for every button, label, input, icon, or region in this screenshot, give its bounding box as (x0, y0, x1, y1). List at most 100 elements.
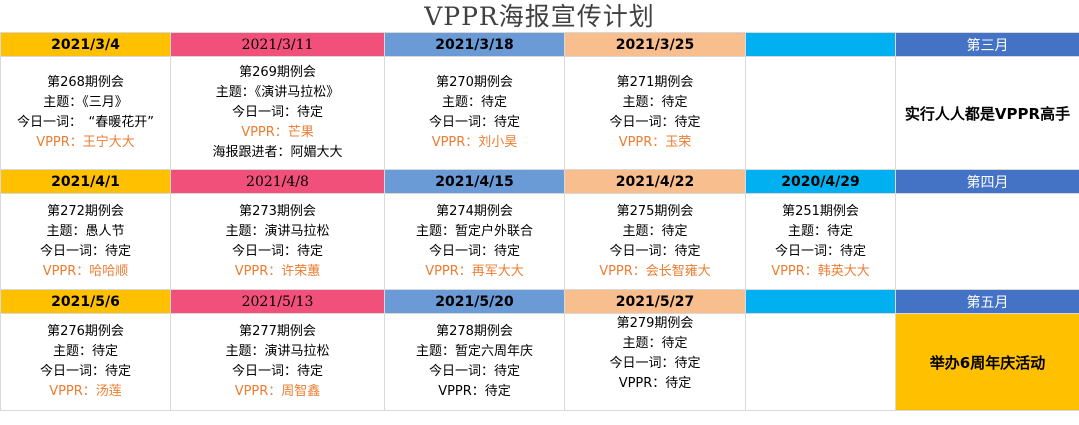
meeting-number: 第271期例会 (616, 75, 694, 90)
vppr-name: VPPR：刘小昊 (431, 135, 518, 150)
month-label-text: 第三月 (966, 37, 1009, 54)
side-note: 举办6周年庆活动 (929, 353, 1046, 372)
vppr-name: VPPR：周智鑫 (234, 384, 321, 399)
meeting-theme: 主题：待定 (622, 336, 688, 351)
month-label[interactable]: 第五月 (895, 289, 1079, 314)
side-note-cell[interactable]: 实行人人都是VPPR高手 (895, 56, 1079, 170)
date-cell[interactable]: 2021/4/8 (170, 169, 385, 194)
meeting-theme: 主题：演讲马拉松 (225, 344, 330, 359)
meeting-cell[interactable]: 第274期例会 主题：暂定户外联合 今日一词：待定 VPPR：再军大大 (384, 193, 565, 290)
meeting-row: 第268期例会 主题：《三月》 今日一词： “春暖花开” VPPR：王宁大大 第… (0, 56, 1079, 170)
meeting-number: 第251期例会 (782, 203, 859, 219)
meeting-number: 第276期例会 (47, 324, 124, 339)
meeting-theme: 主题：《三月》 (43, 95, 128, 110)
meeting-theme: 主题：待定 (52, 344, 118, 359)
meeting-theme: 主题：演讲马拉松 (225, 223, 330, 239)
date-cell[interactable]: 2021/3/11 (170, 32, 385, 57)
vppr-name: VPPR：待定 (438, 384, 511, 399)
meeting-cell[interactable]: 第273期例会 主题：演讲马拉松 今日一词：待定 VPPR：许荣蕙 (170, 193, 385, 290)
meeting-theme: 主题：待定 (787, 223, 853, 239)
date-cell[interactable]: 2021/3/25 (564, 32, 746, 57)
word-of-day: 今日一词：待定 (609, 115, 701, 130)
month-label-text: 第五月 (966, 294, 1009, 311)
meeting-number: 第270期例会 (436, 75, 513, 90)
vppr-name: VPPR：王宁大大 (36, 135, 135, 150)
meeting-number: 第272期例会 (47, 203, 124, 219)
meeting-theme: 主题：待定 (622, 223, 688, 239)
side-note-cell[interactable] (895, 193, 1079, 290)
date-header-row: 2021/5/6 2021/5/13 2021/5/20 2021/5/27 第… (0, 289, 1079, 314)
side-note: 实行人人都是VPPR高手 (904, 104, 1071, 123)
meeting-number: 第269期例会 (239, 65, 316, 80)
word-of-day: 今日一词：待定 (231, 364, 323, 379)
word-of-day: 今日一词：待定 (428, 243, 520, 259)
meeting-theme: 主题：暂定户外联合 (415, 223, 533, 239)
meeting-cell[interactable]: 第251期例会 主题：待定 今日一词：待定 VPPR：韩英大大 (745, 193, 896, 290)
vppr-name: VPPR：芒果 (241, 125, 314, 140)
meeting-number: 第268期例会 (47, 75, 124, 90)
date-header-row: 2021/4/1 2021/4/8 2021/4/15 2021/4/22 20… (0, 169, 1079, 194)
meeting-number: 第277期例会 (239, 324, 316, 339)
vppr-name: VPPR：哈哈顺 (42, 263, 129, 279)
vppr-name: VPPR：待定 (618, 376, 692, 391)
date-cell[interactable]: 2021/5/6 (0, 289, 171, 314)
word-of-day: 今日一词：待定 (39, 364, 131, 379)
meeting-cell[interactable]: 第272期例会 主题：愚人节 今日一词：待定 VPPR：哈哈顺 (0, 193, 171, 290)
date-cell[interactable]: 2021/5/20 (384, 289, 565, 314)
meeting-theme: 主题：待定 (441, 95, 507, 110)
vppr-name: VPPR：许荣蕙 (234, 263, 321, 279)
word-of-day: 今日一词：待定 (428, 364, 520, 379)
vppr-name: VPPR：会长智雍大 (599, 263, 711, 279)
date-cell[interactable]: 2021/5/27 (564, 289, 746, 314)
meeting-cell[interactable]: 第271期例会 主题：待定 今日一词：待定 VPPR：玉荣 (564, 56, 746, 170)
empty-cell[interactable] (745, 56, 896, 170)
meeting-cell[interactable]: 第277期例会 主题：演讲马拉松 今日一词：待定 VPPR：周智鑫 (170, 313, 385, 411)
meeting-number: 第275期例会 (616, 203, 694, 219)
date-cell[interactable]: 2021/4/15 (384, 169, 565, 194)
meeting-cell[interactable]: 第276期例会 主题：待定 今日一词：待定 VPPR：汤莲 (0, 313, 171, 411)
vppr-name: VPPR：韩英大大 (771, 263, 870, 279)
meeting-cell[interactable]: 第275期例会 主题：待定 今日一词：待定 VPPR：会长智雍大 (564, 193, 746, 290)
word-of-day: 今日一词：待定 (609, 243, 701, 259)
vppr-name: VPPR：再军大大 (425, 263, 524, 279)
meeting-theme: 主题：《演讲马拉松》 (215, 85, 340, 100)
poster-plan-table: 2021/3/4 2021/3/11 2021/3/18 2021/3/25 第… (0, 32, 1079, 411)
month-label[interactable]: 第三月 (895, 32, 1079, 57)
meeting-theme: 主题：待定 (622, 95, 688, 110)
page-title: VPPR海报宣传计划 (424, 2, 655, 31)
date-cell[interactable]: 2020/4/29 (745, 169, 896, 194)
month-label[interactable]: 第四月 (895, 169, 1079, 194)
word-of-day: 今日一词：待定 (39, 243, 131, 259)
meeting-cell[interactable]: 第279期例会 主题：待定 今日一词：待定 VPPR：待定 (564, 313, 746, 411)
meeting-number: 第279期例会 (616, 316, 694, 331)
date-header-row: 2021/3/4 2021/3/11 2021/3/18 2021/3/25 第… (0, 32, 1079, 57)
word-of-day: 今日一词： “春暖花开” (17, 115, 154, 130)
date-cell[interactable]: 2021/4/1 (0, 169, 171, 194)
side-note-cell[interactable]: 举办6周年庆活动 (895, 313, 1079, 411)
month-label-text: 第四月 (966, 174, 1009, 191)
meeting-cell[interactable]: 第270期例会 主题：待定 今日一词：待定 VPPR：刘小昊 (384, 56, 565, 170)
meeting-number: 第278期例会 (436, 324, 513, 339)
meeting-cell[interactable]: 第278期例会 主题：暂定六周年庆 今日一词：待定 VPPR：待定 (384, 313, 565, 411)
meeting-cell[interactable]: 第269期例会 主题：《演讲马拉松》 今日一词：待定 VPPR：芒果 海报跟进者… (170, 56, 385, 170)
date-cell[interactable]: 2021/5/13 (170, 289, 385, 314)
word-of-day: 今日一词：待定 (231, 105, 323, 120)
date-cell[interactable]: 2021/4/22 (564, 169, 746, 194)
date-cell[interactable]: 2021/3/18 (384, 32, 565, 57)
poster-follower: 海报跟进者：阿媚大大 (212, 145, 343, 160)
word-of-day: 今日一词：待定 (428, 115, 520, 130)
meeting-cell[interactable]: 第268期例会 主题：《三月》 今日一词： “春暖花开” VPPR：王宁大大 (0, 56, 171, 170)
empty-cell[interactable] (745, 313, 896, 411)
vppr-name: VPPR：汤莲 (49, 384, 122, 399)
word-of-day: 今日一词：待定 (231, 243, 323, 259)
date-cell[interactable] (745, 32, 896, 57)
meeting-row: 第272期例会 主题：愚人节 今日一词：待定 VPPR：哈哈顺 第273期例会 … (0, 193, 1079, 290)
meeting-theme: 主题：暂定六周年庆 (415, 344, 533, 359)
date-cell[interactable] (745, 289, 896, 314)
meeting-number: 第274期例会 (436, 203, 513, 219)
vppr-name: VPPR：玉荣 (618, 135, 692, 150)
word-of-day: 今日一词：待定 (774, 243, 866, 259)
meeting-theme: 主题：愚人节 (46, 223, 125, 239)
date-cell[interactable]: 2021/3/4 (0, 32, 171, 57)
word-of-day: 今日一词：待定 (609, 356, 701, 371)
